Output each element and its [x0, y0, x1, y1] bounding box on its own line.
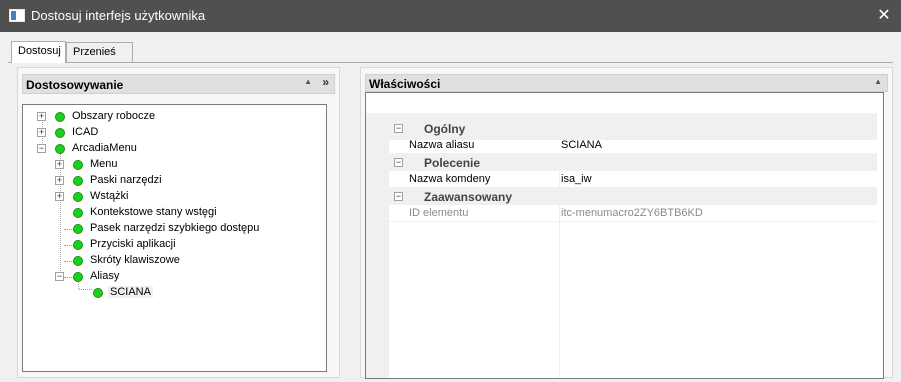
properties-pane: Właściwości ▲ − Ogólny Nazwa aliasu SCIA… [360, 67, 893, 379]
tree-item-label: Aliasy [90, 270, 120, 282]
expand-icon[interactable]: + [37, 112, 46, 121]
customization-header: Dostosowywanie ▲ » [22, 74, 335, 94]
tree-item-label: ArcadiaMenu [72, 142, 137, 154]
category-polecenie[interactable]: − Polecenie [366, 154, 877, 171]
status-dot-icon [73, 160, 83, 170]
property-name: ID elementu [409, 207, 469, 219]
expand-panel-icon[interactable]: » [322, 75, 329, 89]
property-row-nazwa-aliasu[interactable]: Nazwa aliasu SCIANA [389, 137, 877, 154]
category-label: Ogólny [424, 122, 466, 136]
status-dot-icon [73, 224, 83, 234]
category-label: Polecenie [424, 156, 481, 170]
expand-icon[interactable]: + [55, 192, 64, 201]
properties-title: Właściwości [369, 77, 441, 91]
tab-divider [8, 62, 893, 63]
property-row-nazwa-komendy[interactable]: Nazwa komdeny isa_iw [389, 171, 877, 188]
status-dot-icon [55, 144, 65, 154]
collapse-node-icon[interactable]: − [394, 124, 403, 133]
category-zaawansowany[interactable]: − Zaawansowany [366, 188, 877, 205]
property-name: Nazwa komdeny [409, 173, 491, 185]
collapse-node-icon[interactable]: − [394, 158, 403, 167]
customization-tree[interactable]: + Obszary robocze + ICAD − ArcadiaMenu +… [22, 104, 327, 372]
category-label: Zaawansowany [424, 190, 513, 204]
status-dot-icon [73, 176, 83, 186]
title-bar: Dostosuj interfejs użytkownika ✕ [0, 0, 901, 32]
collapse-node-icon[interactable]: − [55, 272, 64, 281]
tree-item-label: Wstążki [90, 190, 129, 202]
property-value[interactable]: isa_iw [561, 173, 592, 185]
tab-przenies[interactable]: Przenieś [66, 42, 133, 63]
property-row-id-elementu[interactable]: ID elementu itc-menumacro2ZY6BTB6KD [389, 205, 877, 222]
tree-item-label: Przyciski aplikacji [90, 238, 176, 250]
status-dot-icon [73, 272, 83, 282]
properties-header: Właściwości ▲ [365, 74, 888, 92]
tree-item-label: Pasek narzędzi szybkiego dostępu [90, 222, 260, 234]
property-value[interactable]: SCIANA [561, 139, 602, 151]
status-dot-icon [55, 128, 65, 138]
window-title: Dostosuj interfejs użytkownika [31, 8, 206, 23]
property-grid: − Ogólny Nazwa aliasu SCIANA − Polecenie… [365, 92, 884, 379]
tree-item-label: Paski narzędzi [90, 174, 162, 186]
collapse-node-icon[interactable]: − [394, 192, 403, 201]
customization-pane: Dostosowywanie ▲ » + Obszary robocze + I… [17, 67, 340, 378]
expand-icon[interactable]: + [37, 128, 46, 137]
tree-item-label: Kontekstowe stany wstęgi [90, 206, 217, 218]
customization-title: Dostosowywanie [26, 78, 124, 92]
status-dot-icon [73, 256, 83, 266]
status-dot-icon [73, 208, 83, 218]
status-dot-icon [93, 288, 103, 298]
collapse-icon[interactable]: ▲ [874, 77, 882, 86]
expand-icon[interactable]: + [55, 160, 64, 169]
tree-item-label: Menu [90, 158, 118, 170]
tree-item-label: Skróty klawiszowe [90, 254, 180, 266]
property-value: itc-menumacro2ZY6BTB6KD [561, 207, 703, 219]
expand-icon[interactable]: + [55, 176, 64, 185]
collapse-icon[interactable]: ▲ [304, 77, 312, 86]
tree-item-label: Obszary robocze [72, 110, 156, 122]
status-dot-icon [73, 240, 83, 250]
close-icon[interactable]: ✕ [867, 0, 901, 32]
tab-dostosuj[interactable]: Dostosuj [11, 41, 66, 63]
status-dot-icon [73, 192, 83, 202]
tree-item-label: SCIANA [108, 286, 153, 298]
property-name: Nazwa aliasu [409, 139, 475, 151]
app-window-icon [9, 9, 25, 22]
status-dot-icon [55, 112, 65, 122]
category-ogolny[interactable]: − Ogólny [366, 120, 877, 137]
tree-item-label: ICAD [72, 126, 99, 138]
collapse-node-icon[interactable]: − [37, 144, 46, 153]
